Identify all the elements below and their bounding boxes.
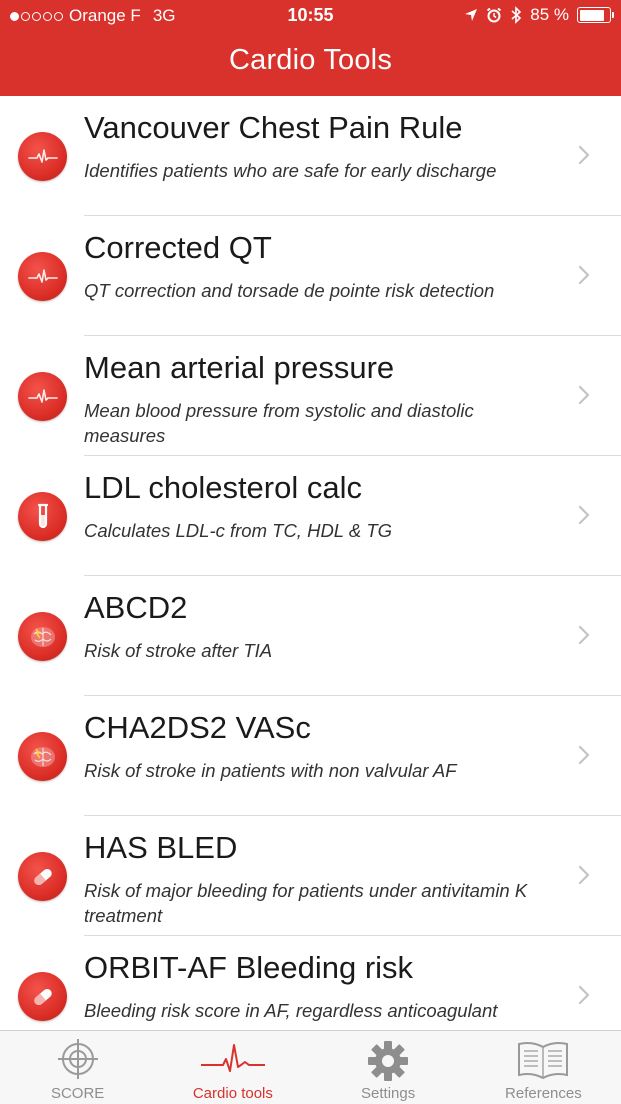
chevron-right-icon	[578, 385, 590, 405]
tool-title: CHA2DS2 VASc	[84, 710, 311, 745]
brain-icon	[18, 732, 67, 781]
tab-label: SCORE	[50, 1085, 105, 1102]
chevron-right-icon	[578, 145, 590, 165]
status-bar: Orange F 3G 10:55 85 %	[0, 0, 621, 34]
tool-list-item[interactable]: Mean arterial pressure Mean blood pressur…	[0, 336, 621, 456]
location-arrow-icon	[465, 9, 478, 21]
tool-list-item[interactable]: CHA2DS2 VASc Risk of stroke in patients w…	[0, 696, 621, 816]
tool-subtitle: Mean blood pressure from systolic and di…	[84, 400, 474, 446]
tool-list-item[interactable]: LDL cholesterol calc Calculates LDL-c fro…	[0, 456, 621, 576]
chevron-right-icon	[578, 745, 590, 765]
battery-fill	[579, 9, 605, 21]
tab-label: Settings	[361, 1085, 416, 1102]
heartbeat-icon	[18, 372, 67, 421]
tool-subtitle: Identifies patients who are safe for ear…	[84, 160, 497, 181]
tool-list-item[interactable]: HAS BLED Risk of major bleeding for patie…	[0, 816, 621, 936]
tool-subtitle: Calculates LDL-c from TC, HDL & TG	[84, 520, 393, 541]
heartbeat-icon	[18, 132, 67, 181]
tool-title: HAS BLED	[84, 830, 238, 865]
tool-title: ORBIT-AF Bleeding risk	[84, 950, 414, 985]
tool-subtitle: Risk of stroke after TIA	[84, 640, 273, 661]
test-tube-icon	[18, 492, 67, 541]
tool-subtitle: Bleeding risk score in AF, regardless an…	[84, 1000, 498, 1021]
tool-title: ABCD2	[84, 590, 188, 625]
chevron-right-icon	[578, 505, 590, 525]
tool-list-item[interactable]: Corrected QT QT correction and torsade de…	[0, 216, 621, 336]
tab-settings[interactable]: Settings	[311, 1031, 466, 1104]
tab-score[interactable]: SCORE	[0, 1031, 155, 1104]
tool-title: Corrected QT	[84, 230, 272, 265]
status-right: 85 %	[464, 5, 614, 25]
tool-list[interactable]: Vancouver Chest Pain Rule Identifies pati…	[0, 96, 621, 1030]
tab-references[interactable]: References	[466, 1031, 621, 1104]
chevron-right-icon	[578, 865, 590, 885]
chevron-right-icon	[578, 625, 590, 645]
battery-percentage: 85 %	[530, 5, 569, 24]
page-title: Cardio Tools	[228, 44, 393, 76]
alarm-clock-icon	[487, 7, 502, 23]
tab-cardio-tools[interactable]: Cardio tools	[155, 1031, 310, 1104]
heartbeat-icon	[18, 252, 67, 301]
battery-icon	[577, 7, 614, 23]
tool-subtitle: Risk of major bleeding for patients unde…	[84, 880, 528, 926]
tool-subtitle: QT correction and torsade de pointe risk…	[84, 280, 495, 301]
tab-label: Cardio tools	[192, 1085, 273, 1102]
pill-icon	[18, 852, 67, 901]
tool-title: LDL cholesterol calc	[84, 470, 362, 505]
tool-title: Mean arterial pressure	[84, 350, 395, 385]
tab-label: References	[505, 1085, 582, 1102]
tool-title: Vancouver Chest Pain Rule	[84, 110, 463, 145]
chevron-right-icon	[578, 265, 590, 285]
bluetooth-icon	[511, 6, 522, 24]
app-header: Orange F 3G 10:55 85 % Cardio Tools	[0, 0, 621, 96]
tool-list-item[interactable]: ABCD2 Risk of stroke after TIA	[0, 576, 621, 696]
brain-icon	[18, 612, 67, 661]
tool-subtitle: Risk of stroke in patients with non valv…	[84, 760, 457, 781]
tab-bar: SCORE Cardio tools Settings References	[0, 1030, 621, 1104]
tool-list-item[interactable]: ORBIT-AF Bleeding risk Bleeding risk scor…	[0, 936, 621, 1030]
pill-icon	[18, 972, 67, 1021]
chevron-right-icon	[578, 985, 590, 1005]
tool-list-item[interactable]: Vancouver Chest Pain Rule Identifies pati…	[0, 96, 621, 216]
